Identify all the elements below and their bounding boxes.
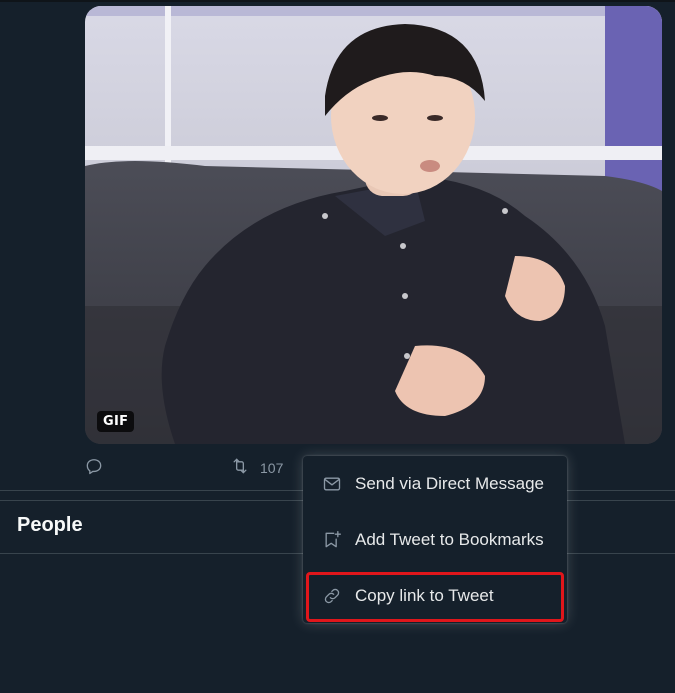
retweet-count: 107 — [260, 459, 284, 476]
link-icon — [321, 585, 343, 607]
tweet-gif-media[interactable]: GIF — [85, 6, 662, 444]
menu-item-bookmark[interactable]: Add Tweet to Bookmarks — [303, 512, 567, 568]
reply-button[interactable] — [84, 456, 104, 479]
envelope-icon — [321, 473, 343, 495]
tweet-detail-page: GIF 107 People Send via Direct Message A… — [0, 0, 675, 693]
menu-item-label: Copy link to Tweet — [355, 586, 494, 605]
people-section-title: People — [17, 514, 83, 536]
menu-item-copy-link[interactable]: Copy link to Tweet — [303, 568, 567, 624]
bookmark-add-icon — [321, 529, 343, 551]
menu-item-send-dm[interactable]: Send via Direct Message — [303, 456, 567, 512]
gif-badge: GIF — [97, 411, 135, 432]
retweet-icon — [230, 456, 250, 479]
gif-frame-illustration — [85, 6, 662, 444]
top-edge — [0, 0, 675, 2]
menu-item-label: Send via Direct Message — [355, 474, 544, 493]
reply-icon — [84, 456, 104, 479]
share-menu: Send via Direct Message Add Tweet to Boo… — [303, 456, 567, 623]
menu-item-label: Add Tweet to Bookmarks — [355, 530, 544, 549]
retweet-button[interactable]: 107 — [230, 456, 283, 479]
